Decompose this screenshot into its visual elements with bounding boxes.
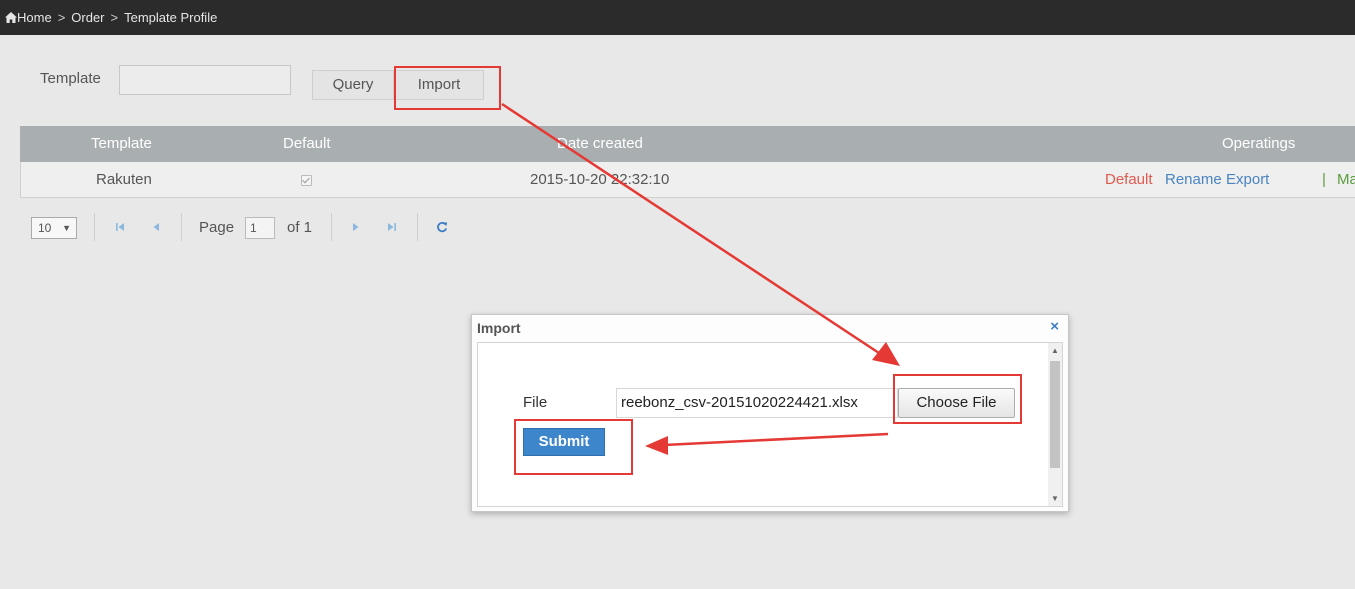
top-bar: Home > Order > Template Profile — [0, 0, 1355, 35]
op-rename-link[interactable]: Rename — [1165, 162, 1222, 197]
file-label: File — [523, 394, 548, 411]
refresh-icon[interactable] — [435, 220, 449, 234]
pager-divider — [181, 213, 182, 241]
cell-date-created: 2015-10-20 22:32:10 — [530, 171, 670, 188]
dialog-title: Import — [477, 320, 521, 336]
column-header-default[interactable]: Default — [283, 126, 331, 162]
chevron-down-icon: ▼ — [62, 223, 71, 233]
scroll-down-icon[interactable]: ▼ — [1051, 494, 1059, 503]
pager-divider — [94, 213, 95, 241]
page-size-select[interactable]: 10 ▼ — [31, 217, 77, 239]
first-page-icon[interactable] — [113, 220, 127, 234]
dialog-scrollbar[interactable]: ▲ ▼ — [1048, 343, 1062, 506]
breadcrumb-order[interactable]: Order — [71, 10, 104, 25]
breadcrumb-separator: > — [57, 10, 66, 25]
previous-page-icon[interactable] — [149, 220, 163, 234]
column-header-template[interactable]: Template — [91, 126, 152, 162]
table-row[interactable]: Rakuten 2015-10-20 22:32:10 Default Rena… — [20, 162, 1355, 198]
template-filter-label: Template — [40, 70, 101, 87]
breadcrumb-home[interactable]: Home — [17, 10, 52, 25]
grid-header: Template Default Date created Operatings — [20, 126, 1355, 162]
template-filter-input[interactable] — [119, 65, 291, 95]
op-divider: | — [1322, 171, 1326, 188]
next-page-icon[interactable] — [349, 220, 363, 234]
op-export-link[interactable]: Export — [1226, 162, 1269, 197]
highlight-box-import — [394, 66, 501, 110]
breadcrumb-current: Template Profile — [124, 10, 218, 25]
close-icon[interactable]: × — [1050, 318, 1059, 335]
home-icon[interactable] — [5, 12, 17, 23]
pager: 10 ▼ Page 1 of 1 — [31, 213, 631, 241]
pager-divider — [331, 213, 332, 241]
breadcrumb-separator: > — [110, 10, 119, 25]
page-size-value: 10 — [38, 221, 52, 235]
op-more-link[interactable]: Ma — [1337, 162, 1355, 197]
breadcrumb: Home > Order > Template Profile — [5, 10, 217, 25]
query-button[interactable]: Query — [312, 70, 394, 100]
page-count-label: of 1 — [287, 219, 313, 236]
page-label: Page — [199, 219, 235, 236]
default-checkbox[interactable] — [301, 175, 312, 186]
page-number-input[interactable]: 1 — [245, 217, 275, 239]
highlight-box-choose-file — [893, 374, 1022, 424]
scrollbar-thumb[interactable] — [1050, 361, 1060, 468]
pager-divider — [417, 213, 418, 241]
highlight-box-submit — [514, 419, 633, 475]
cell-template: Rakuten — [96, 171, 152, 188]
file-path-field[interactable]: reebonz_csv-20151020224421.xlsx — [616, 388, 898, 418]
column-header-date-created[interactable]: Date created — [557, 126, 643, 162]
column-header-operatings[interactable]: Operatings — [1222, 126, 1295, 162]
last-page-icon[interactable] — [385, 220, 399, 234]
op-default-link[interactable]: Default — [1105, 162, 1153, 197]
scroll-up-icon[interactable]: ▲ — [1051, 346, 1059, 355]
